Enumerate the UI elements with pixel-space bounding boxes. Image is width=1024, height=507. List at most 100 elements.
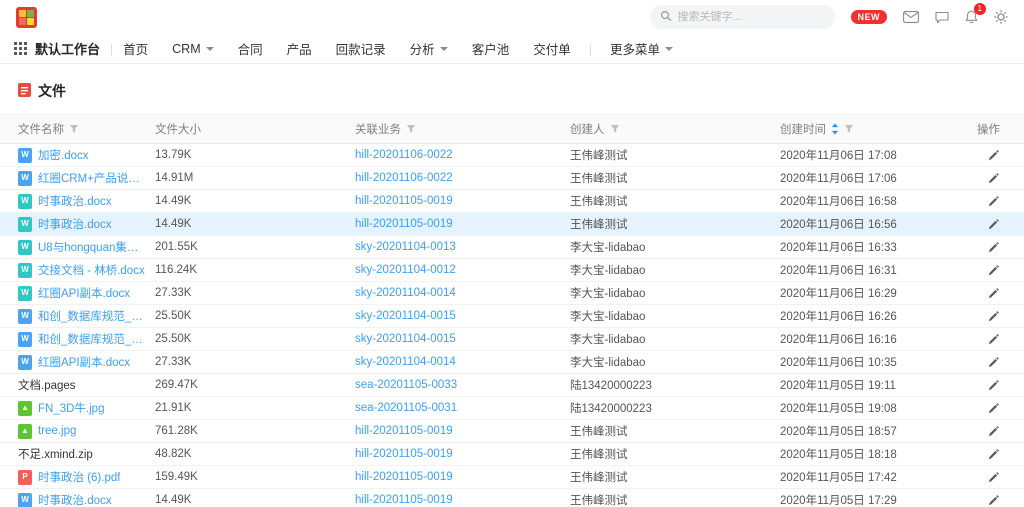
file-size: 14.49K: [155, 494, 191, 506]
file-name-link[interactable]: 时事政治.docx: [38, 193, 112, 209]
related-business-link[interactable]: sky-20201104-0015: [355, 333, 456, 345]
nav-item-2[interactable]: 合同: [238, 39, 263, 58]
nav-item-0[interactable]: 首页: [123, 39, 148, 58]
edit-icon[interactable]: [988, 172, 1000, 184]
nav-item-5[interactable]: 分析: [410, 39, 448, 58]
filter-icon[interactable]: [69, 124, 79, 134]
related-business-link[interactable]: hill-20201105-0019: [355, 448, 453, 460]
created-time: 2020年11月05日 17:42: [780, 472, 897, 484]
file-name-link[interactable]: 加密.docx: [38, 147, 89, 163]
edit-icon[interactable]: [988, 310, 1000, 322]
search-input[interactable]: [678, 11, 823, 23]
related-business-link[interactable]: sea-20201105-0033: [355, 379, 457, 391]
nav-item-6[interactable]: 客户池: [472, 39, 510, 58]
mail-icon[interactable]: [903, 11, 919, 23]
file-size: 14.49K: [155, 195, 191, 207]
file-name-link[interactable]: FN_3D牛.jpg: [38, 400, 104, 416]
edit-icon[interactable]: [988, 379, 1000, 391]
related-business-link[interactable]: sky-20201104-0014: [355, 356, 456, 368]
related-business-link[interactable]: sky-20201104-0015: [355, 310, 456, 322]
nav-item-7[interactable]: 交付单: [533, 39, 571, 58]
edit-icon[interactable]: [988, 195, 1000, 207]
doc-teal-file-icon: W: [18, 217, 32, 232]
apps-grid-icon[interactable]: [14, 42, 27, 55]
related-business-link[interactable]: sky-20201104-0012: [355, 264, 456, 276]
edit-icon[interactable]: [988, 287, 1000, 299]
sort-icon[interactable]: [831, 123, 839, 135]
table-row[interactable]: W红圈API副本.docx27.33Ksky-20201104-0014李大宝-…: [0, 351, 1024, 374]
related-business-link[interactable]: hill-20201105-0019: [355, 218, 453, 230]
table-row[interactable]: W交接文档 - 林桥.docx116.24Ksky-20201104-0012李…: [0, 259, 1024, 282]
creator-name: 李大宝-lidabao: [570, 288, 645, 300]
table-row[interactable]: W加密.docx13.79Khill-20201106-0022王伟峰测试202…: [0, 144, 1024, 167]
table-row[interactable]: W红圈CRM+产品说明201901_前端...14.91Mhill-202011…: [0, 167, 1024, 190]
doc-teal-file-icon: W: [18, 263, 32, 278]
nav-divider: |: [110, 42, 113, 56]
filter-icon[interactable]: [406, 124, 416, 134]
edit-icon[interactable]: [988, 425, 1000, 437]
nav-item-1[interactable]: CRM: [172, 42, 213, 56]
created-time: 2020年11月05日 18:18: [780, 449, 897, 461]
chevron-down-icon: [206, 47, 214, 55]
related-business-link[interactable]: sky-20201104-0013: [355, 241, 456, 253]
workspace-title[interactable]: 默认工作台: [35, 39, 100, 58]
global-search[interactable]: [650, 5, 835, 29]
table-row[interactable]: W时事政治.docx14.49Khill-20201105-0019王伟峰测试2…: [0, 489, 1024, 507]
nav-item-3[interactable]: 产品: [287, 39, 312, 58]
table-row[interactable]: W时事政治.docx14.49Khill-20201105-0019王伟峰测试2…: [0, 213, 1024, 236]
edit-icon[interactable]: [988, 149, 1000, 161]
file-size: 159.49K: [155, 471, 198, 483]
related-business-link[interactable]: sky-20201104-0014: [355, 287, 456, 299]
edit-icon[interactable]: [988, 356, 1000, 368]
related-business-link[interactable]: hill-20201105-0019: [355, 494, 453, 506]
edit-icon[interactable]: [988, 333, 1000, 345]
edit-icon[interactable]: [988, 241, 1000, 253]
edit-icon[interactable]: [988, 494, 1000, 506]
file-name-link[interactable]: U8与hongquan集成方案.docx: [38, 239, 145, 255]
file-name-link[interactable]: 和创_数据库规范_20171124.doc: [38, 331, 145, 347]
created-time: 2020年11月06日 16:33: [780, 242, 897, 254]
file-name-link[interactable]: 红圈API副本.docx: [38, 354, 130, 370]
nav-item-label: 产品: [287, 39, 312, 58]
file-name-link[interactable]: 交接文档 - 林桥.docx: [38, 262, 145, 278]
edit-icon[interactable]: [988, 264, 1000, 276]
edit-icon[interactable]: [988, 471, 1000, 483]
edit-icon[interactable]: [988, 402, 1000, 414]
related-business-link[interactable]: hill-20201106-0022: [355, 149, 453, 161]
file-name-link[interactable]: 红圈CRM+产品说明201901_前端...: [38, 170, 145, 186]
table-row[interactable]: WU8与hongquan集成方案.docx201.55Ksky-20201104…: [0, 236, 1024, 259]
related-business-link[interactable]: sea-20201105-0031: [355, 402, 457, 414]
table-row[interactable]: P时事政治 (6).pdf159.49Khill-20201105-0019王伟…: [0, 466, 1024, 489]
file-size: 27.33K: [155, 356, 191, 368]
file-name-link[interactable]: 和创_数据库规范_20171124.doc: [38, 308, 145, 324]
file-name-link[interactable]: tree.jpg: [38, 425, 76, 437]
table-row[interactable]: 文档.pages269.47Ksea-20201105-0033陆1342000…: [0, 374, 1024, 397]
file-size: 269.47K: [155, 379, 198, 391]
table-row[interactable]: ▲tree.jpg761.28Khill-20201105-0019王伟峰测试2…: [0, 420, 1024, 443]
table-row[interactable]: W和创_数据库规范_20171124.doc25.50Ksky-20201104…: [0, 328, 1024, 351]
related-business-link[interactable]: hill-20201106-0022: [355, 172, 453, 184]
related-business-link[interactable]: hill-20201105-0019: [355, 471, 453, 483]
table-row[interactable]: ▲FN_3D牛.jpg21.91Ksea-20201105-0031陆13420…: [0, 397, 1024, 420]
app-logo-icon[interactable]: [16, 7, 37, 28]
filter-icon[interactable]: [610, 124, 620, 134]
edit-icon[interactable]: [988, 448, 1000, 460]
file-name-link[interactable]: 时事政治 (6).pdf: [38, 469, 120, 485]
gear-icon[interactable]: [994, 10, 1008, 24]
table-row[interactable]: 不足.xmind.zip48.82Khill-20201105-0019王伟峰测…: [0, 443, 1024, 466]
bell-icon[interactable]: 1: [965, 10, 978, 24]
creator-name: 李大宝-lidabao: [570, 334, 645, 346]
file-name-link[interactable]: 红圈API副本.docx: [38, 285, 130, 301]
related-business-link[interactable]: hill-20201105-0019: [355, 425, 453, 437]
edit-icon[interactable]: [988, 218, 1000, 230]
chat-icon[interactable]: [935, 11, 949, 24]
table-row[interactable]: W红圈API副本.docx27.33Ksky-20201104-0014李大宝-…: [0, 282, 1024, 305]
table-row[interactable]: W时事政治.docx14.49Khill-20201105-0019王伟峰测试2…: [0, 190, 1024, 213]
nav-item-4[interactable]: 回款记录: [336, 39, 386, 58]
nav-item-8[interactable]: 更多菜单: [610, 39, 673, 58]
file-name-link[interactable]: 时事政治.docx: [38, 492, 112, 507]
file-name-link[interactable]: 时事政治.docx: [38, 216, 112, 232]
table-row[interactable]: W和创_数据库规范_20171124.doc25.50Ksky-20201104…: [0, 305, 1024, 328]
filter-icon[interactable]: [844, 124, 854, 134]
related-business-link[interactable]: hill-20201105-0019: [355, 195, 453, 207]
